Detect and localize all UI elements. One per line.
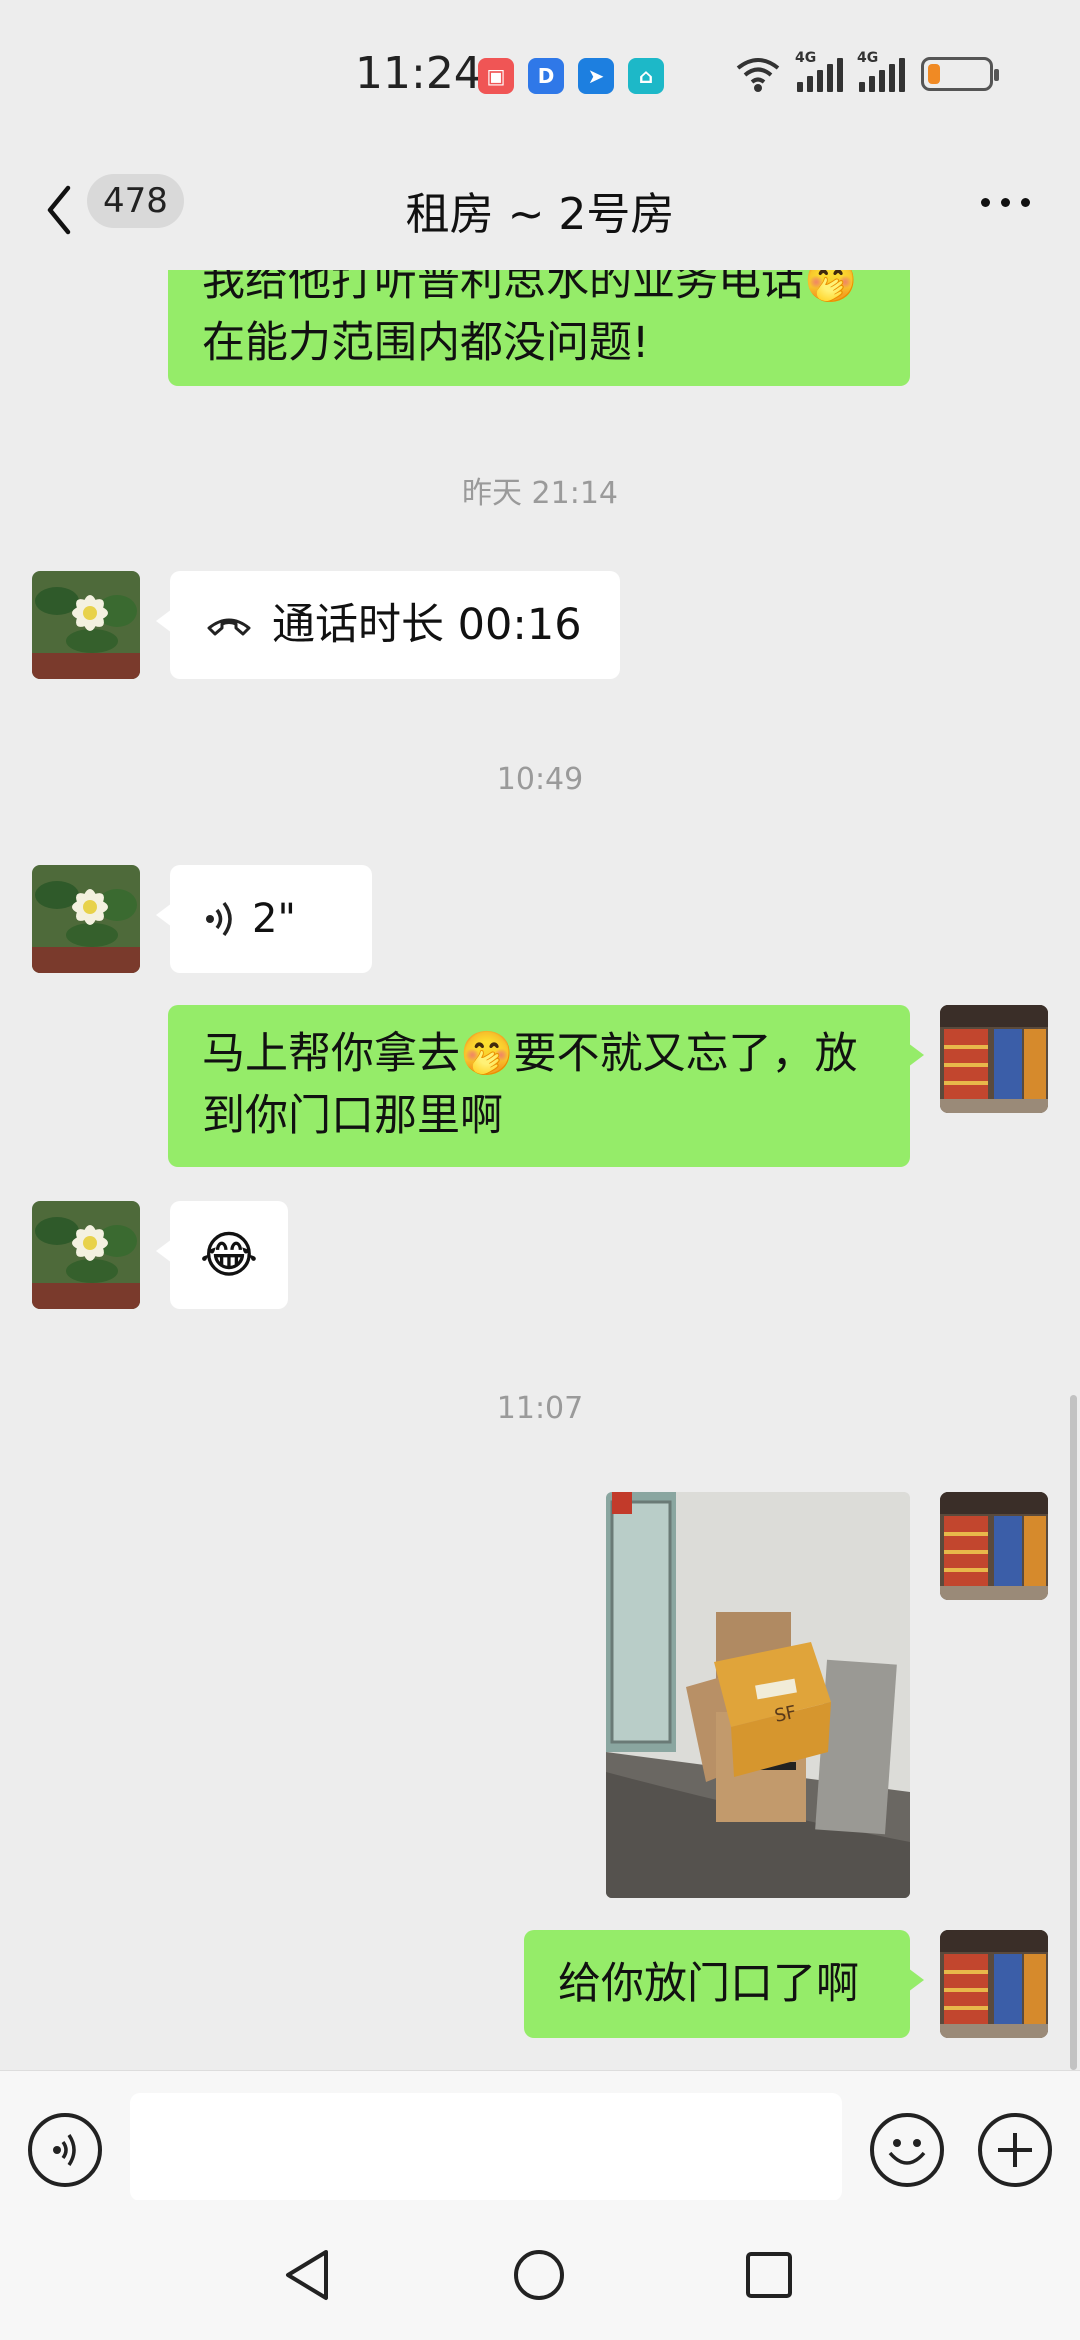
status-bar: 11:24 ▣ D ➤ ⌂ 4G 4G xyxy=(0,0,1080,150)
add-icon xyxy=(998,2133,1032,2167)
svg-text:SF: SF xyxy=(773,1702,799,1727)
emoji-icon xyxy=(888,2139,926,2165)
nav-recents-icon[interactable] xyxy=(744,2250,794,2300)
voice-input-button[interactable] xyxy=(28,2113,102,2187)
system-nav-bar xyxy=(0,2200,1080,2340)
notification-app-icon: ▣ xyxy=(478,58,514,94)
voice-duration: 2" xyxy=(252,896,296,942)
more-icon[interactable] xyxy=(981,198,1030,207)
dingtalk-app-icon: D xyxy=(528,58,564,94)
timestamp: 11:07 xyxy=(496,1391,584,1426)
my-avatar[interactable] xyxy=(940,1492,1048,1600)
feishu-app-icon: ➤ xyxy=(578,58,614,94)
input-bar xyxy=(0,2070,1080,2201)
timestamp: 10:49 xyxy=(496,762,584,797)
message-line: 到你门口那里啊 xyxy=(202,1091,503,1141)
phone-icon xyxy=(207,618,251,636)
received-voice-bubble[interactable]: 2" xyxy=(156,865,372,973)
nav-back-icon[interactable] xyxy=(282,2248,334,2302)
message-list[interactable]: 我给他打听普利思水的业务电话🤭 在能力范围内都没问题! 昨天 21:14 通话时… xyxy=(0,270,1080,2070)
message-line: 马上帮你拿去🤭要不就又忘了，放 xyxy=(202,1029,858,1079)
nav-home-icon[interactable] xyxy=(512,2248,566,2302)
received-emoji-bubble[interactable]: 😂 xyxy=(156,1201,288,1309)
timestamp: 昨天 21:14 xyxy=(462,476,618,511)
wifi-icon xyxy=(736,58,780,92)
chat-title: 租房 ~ 2号房 xyxy=(405,189,675,240)
message-line: 在能力范围内都没问题! xyxy=(202,318,650,368)
status-time: 11:24 xyxy=(355,48,482,99)
voice-wave-icon xyxy=(206,901,232,937)
received-call-bubble[interactable]: 通话时长 00:16 xyxy=(156,571,620,679)
sent-message-bubble[interactable]: 给你放门口了啊 xyxy=(524,1930,924,2038)
battery-fill xyxy=(928,64,940,84)
cell-signal-2-icon: 4G xyxy=(857,50,905,92)
voice-input-icon xyxy=(53,2134,76,2166)
message-line: 我给他打听普利思水的业务电话🤭 xyxy=(202,270,858,306)
avatar[interactable] xyxy=(32,1201,140,1309)
scrollbar[interactable] xyxy=(1070,1395,1077,2070)
emoji-message: 😂 xyxy=(199,1226,259,1284)
cell-signal-1-icon: 4G xyxy=(795,50,843,92)
sent-message-bubble[interactable]: 我给他打听普利思水的业务电话🤭 在能力范围内都没问题! xyxy=(168,270,910,386)
sent-message-bubble[interactable]: 马上帮你拿去🤭要不就又忘了，放 到你门口那里啊 xyxy=(168,1005,924,1167)
status-app-icons: ▣ D ➤ ⌂ xyxy=(478,58,664,94)
status-indicators: 4G 4G xyxy=(735,50,999,92)
sent-image-message[interactable]: SF xyxy=(606,1492,910,1898)
add-button[interactable] xyxy=(978,2113,1052,2187)
emoji-button[interactable] xyxy=(870,2113,944,2187)
battery-icon xyxy=(921,57,999,91)
avatar[interactable] xyxy=(32,865,140,973)
call-duration-label: 通话时长 00:16 xyxy=(272,600,582,650)
chat-header: 478 租房 ~ 2号房 xyxy=(0,150,1080,270)
message-input[interactable] xyxy=(130,2093,842,2201)
package-photo: SF xyxy=(606,1492,910,1898)
home-app-icon: ⌂ xyxy=(628,58,664,94)
my-avatar[interactable] xyxy=(940,1005,1048,1113)
avatar[interactable] xyxy=(32,571,140,679)
my-avatar[interactable] xyxy=(940,1930,1048,2038)
message-text: 给你放门口了啊 xyxy=(558,1959,859,2009)
